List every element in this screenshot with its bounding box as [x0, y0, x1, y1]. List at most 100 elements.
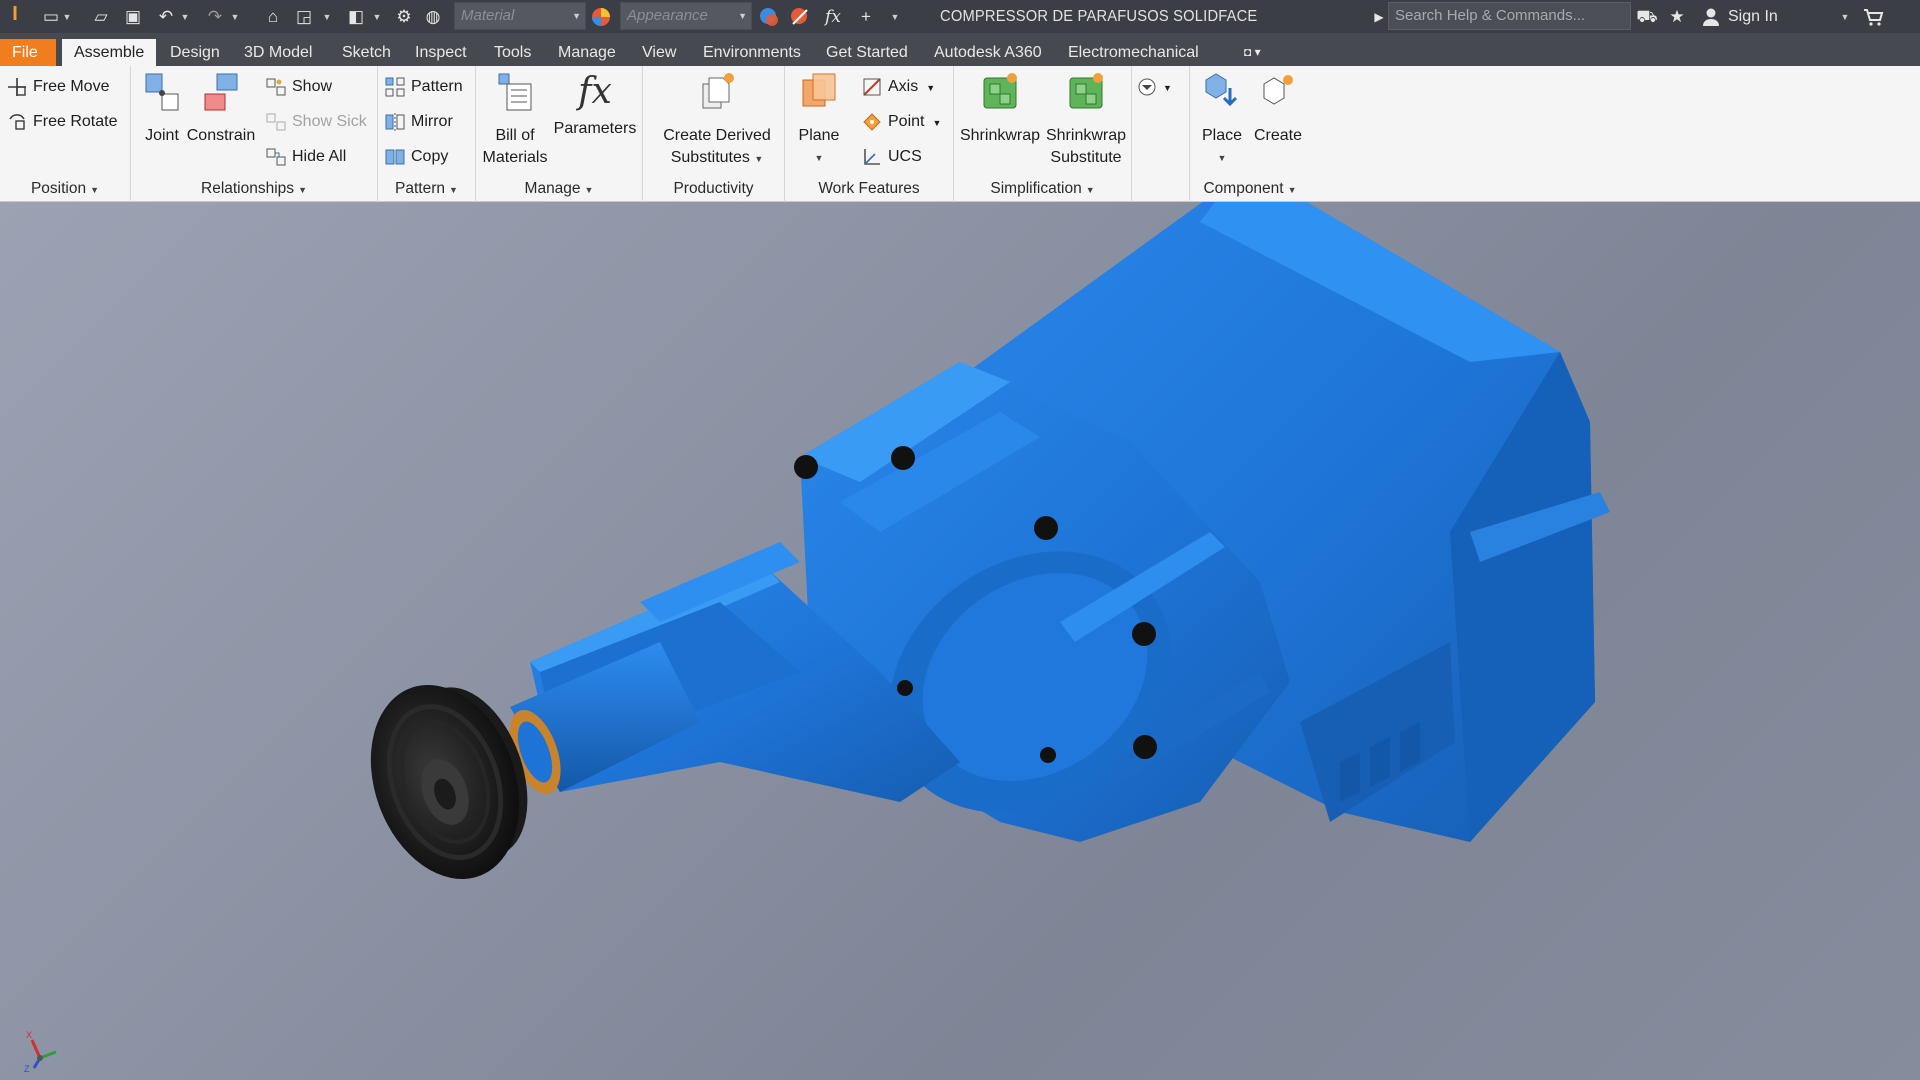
create-component-button[interactable]: Create — [1250, 70, 1306, 147]
copy-button[interactable]: Copy — [384, 142, 448, 172]
bill-of-materials-button[interactable]: Bill of Materials — [480, 70, 550, 169]
point-label: Point — [888, 113, 925, 130]
tab-tools[interactable]: Tools — [482, 39, 543, 66]
show-sick-icon — [266, 113, 286, 131]
clear-appearance-icon[interactable] — [789, 6, 811, 28]
panel-title-productivity: Productivity — [673, 180, 754, 197]
tab-inspect[interactable]: Inspect — [403, 39, 479, 66]
new-dropdown-icon[interactable]: ▼ — [62, 8, 72, 26]
tab-environments[interactable]: Environments — [691, 39, 813, 66]
panel-title-manage[interactable]: Manage ▼ — [476, 176, 642, 202]
tab-get-started[interactable]: Get Started — [814, 39, 920, 66]
panel-position: Free Move Free Rotate Position ▼ — [0, 66, 131, 202]
show-sick-button[interactable]: Show Sick — [265, 107, 367, 137]
panel-title-component[interactable]: Component ▼ — [1190, 176, 1310, 202]
home-icon[interactable]: ⌂ — [262, 6, 284, 28]
settings-icon[interactable]: ⚙ — [393, 6, 415, 28]
ucs-icon — [864, 148, 880, 165]
parameters-fx-icon: fx — [578, 71, 612, 112]
shrinkwrap-button[interactable]: Shrinkwrap — [958, 70, 1042, 147]
shrinkwrap-substitute-button[interactable]: Shrinkwrap Substitute — [1044, 70, 1128, 169]
free-rotate-button[interactable]: Free Rotate — [6, 107, 117, 137]
globe-icon[interactable]: ◍ — [422, 6, 444, 28]
point-icon — [863, 113, 881, 131]
open-folder-icon[interactable]: ▱ — [90, 6, 112, 28]
undo-dropdown-icon[interactable]: ▼ — [180, 8, 190, 26]
axis-button[interactable]: Axis ▼ — [861, 72, 935, 102]
star-icon[interactable]: ★ — [1666, 6, 1688, 28]
free-rotate-icon — [9, 113, 25, 130]
place-component-icon — [1205, 73, 1238, 107]
panel-title-relationships[interactable]: Relationships ▼ — [131, 176, 377, 202]
panel-title-pattern[interactable]: Pattern ▼ — [378, 176, 475, 202]
tab-sketch[interactable]: Sketch — [330, 39, 403, 66]
panel-component: Place ▼ Create Component ▼ — [1190, 66, 1310, 202]
binoculars-icon[interactable]: ⛟ — [1636, 6, 1658, 28]
compressor-model[interactable] — [0, 202, 1920, 1080]
tab-design[interactable]: Design — [158, 39, 232, 66]
place-button[interactable]: Place ▼ — [1194, 70, 1250, 169]
pattern-button[interactable]: Pattern — [384, 72, 463, 102]
fx-icon[interactable]: fx — [822, 6, 844, 28]
panel-title-simplification[interactable]: Simplification ▼ — [954, 176, 1131, 202]
update-dropdown-icon[interactable]: ▼ — [322, 8, 332, 26]
panel-title-label: Manage — [524, 180, 581, 197]
panel-title-position[interactable]: Position ▼ — [0, 176, 130, 202]
tab-electromechanical[interactable]: Electromechanical — [1056, 39, 1211, 66]
update-icon[interactable]: ◲ — [293, 6, 315, 28]
hide-all-button[interactable]: Hide All — [265, 142, 346, 172]
sign-in-dropdown-icon[interactable]: ▼ — [1840, 8, 1850, 26]
sign-in-link[interactable]: Sign In — [1728, 0, 1778, 33]
new-document-icon[interactable]: ▭ — [40, 6, 62, 28]
plane-icon — [802, 73, 836, 107]
select-icon[interactable]: ◧ — [345, 6, 367, 28]
free-move-button[interactable]: Free Move — [6, 72, 109, 102]
tab-manage[interactable]: Manage — [546, 39, 628, 66]
appearance-combo[interactable]: Appearance ▼ — [620, 2, 752, 30]
create-derived-substitutes-button[interactable]: Create Derived Substitutes ▼ — [655, 70, 779, 170]
shrinkwrap-icon — [983, 73, 1017, 109]
save-icon[interactable]: ▣ — [122, 6, 144, 28]
show-button[interactable]: Show — [265, 72, 332, 102]
adjust-appearance-icon[interactable] — [758, 6, 780, 28]
constrain-button[interactable]: Constrain — [185, 70, 257, 147]
undo-icon[interactable]: ↶ — [155, 6, 177, 28]
select-dropdown-icon[interactable]: ▼ — [372, 8, 382, 26]
ucs-button[interactable]: UCS — [861, 142, 922, 172]
parameters-button[interactable]: fx Parameters — [552, 70, 638, 140]
mirror-button[interactable]: Mirror — [384, 107, 453, 137]
tab-view[interactable]: View — [630, 39, 688, 66]
free-rotate-label: Free Rotate — [33, 113, 118, 130]
free-move-icon — [8, 77, 26, 96]
triad-z-label: Z — [24, 1064, 30, 1074]
chevron-down-icon: ▼ — [449, 185, 458, 195]
ribbon-display-options-icon[interactable]: ◘ ▾ — [1232, 39, 1273, 66]
pulley — [370, 685, 528, 879]
redo-dropdown-icon[interactable]: ▼ — [230, 8, 240, 26]
graphics-viewport[interactable]: X Z — [0, 202, 1920, 1080]
plane-button[interactable]: Plane ▼ — [791, 70, 847, 169]
app-logo-icon[interactable]: I — [4, 3, 26, 25]
extra-tools-dropdown[interactable]: ▼ — [1136, 72, 1172, 102]
tab-autodesk-a360[interactable]: Autodesk A360 — [922, 39, 1054, 66]
tab-file[interactable]: File — [0, 39, 56, 66]
panel-title-label: Pattern — [395, 180, 446, 197]
point-button[interactable]: Point ▼ — [861, 107, 941, 137]
tab-3d-model[interactable]: 3D Model — [232, 39, 324, 66]
cart-icon[interactable] — [1862, 6, 1884, 28]
chevron-right-icon[interactable]: ▶ — [1368, 6, 1390, 28]
document-title: COMPRESSOR DE PARAFUSOS SOLIDFACE — [940, 8, 1258, 25]
view-triad-icon[interactable]: X Z — [22, 1024, 72, 1074]
chevron-down-icon: ▼ — [1163, 83, 1172, 93]
customize-dropdown-icon[interactable]: ▼ — [890, 8, 900, 26]
plane-label: Plane — [798, 127, 840, 144]
derived-label-line1: Create Derived — [663, 127, 771, 144]
material-combo[interactable]: Material ▼ — [454, 2, 586, 30]
chevron-down-icon: ▼ — [1287, 185, 1297, 195]
help-search-input[interactable]: Search Help & Commands... — [1388, 2, 1631, 30]
joint-button[interactable]: Joint — [137, 70, 187, 147]
plus-icon[interactable]: + — [855, 6, 877, 28]
redo-icon[interactable]: ↷ — [204, 6, 226, 28]
tab-assemble[interactable]: Assemble — [62, 39, 157, 66]
constrain-icon — [204, 73, 238, 111]
